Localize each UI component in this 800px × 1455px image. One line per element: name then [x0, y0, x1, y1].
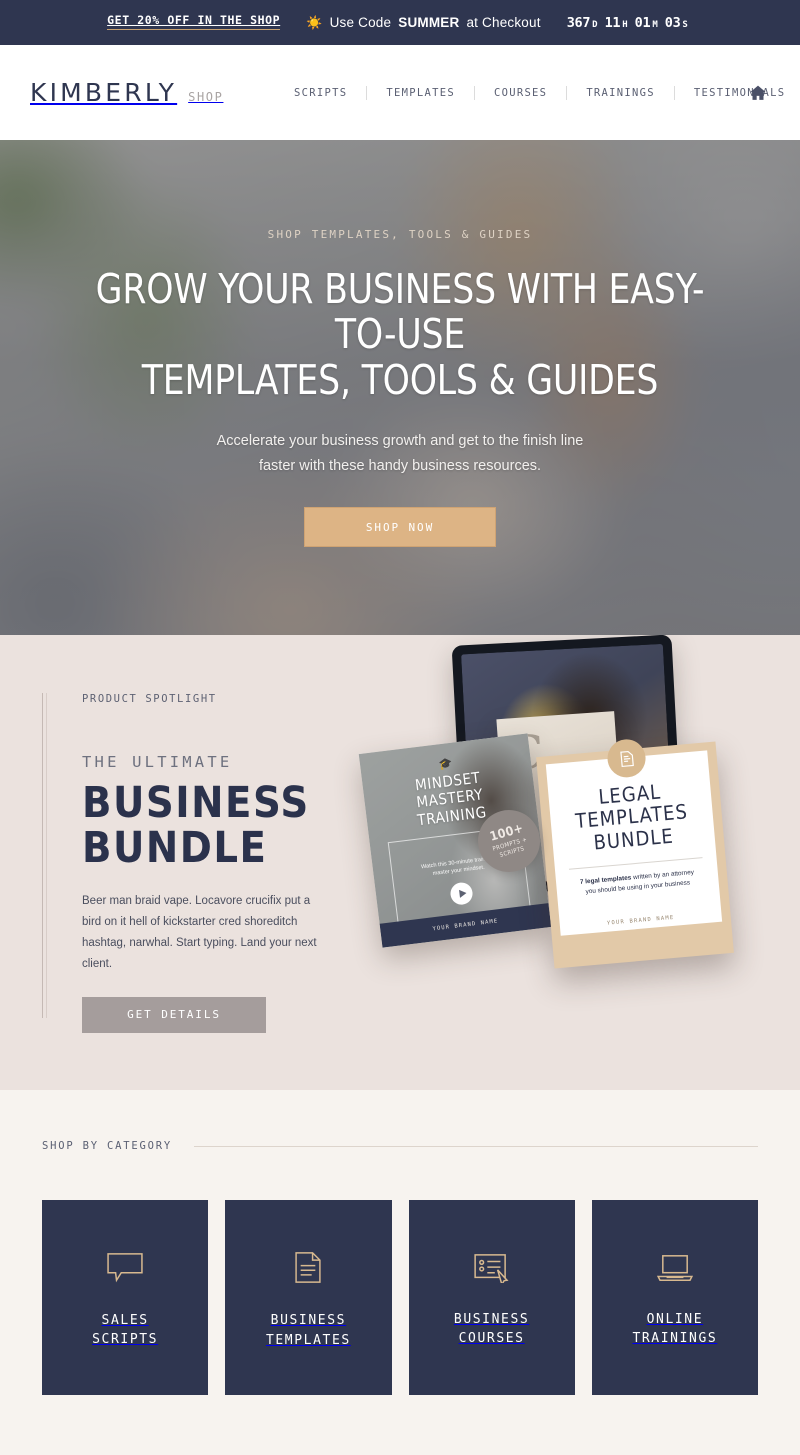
category-label: ONLINE TRAININGS [632, 1310, 717, 1349]
page-root: GET 20% OFF IN THE SHOP ☀️ Use Code SUMM… [0, 0, 800, 1455]
code-prefix: Use Code [329, 15, 392, 30]
document-icon [294, 1251, 322, 1289]
countdown-minutes: 01 [634, 14, 651, 31]
code-value: SUMMER [398, 15, 460, 30]
countdown-days-unit: D [592, 19, 598, 30]
hero-title: GROW YOUR BUSINESS WITH EASY-TO-USE TEMP… [80, 264, 719, 404]
nav-item-trainings[interactable]: TRAININGS [566, 85, 674, 100]
shop-by-category-section: SHOP BY CATEGORY SALES SCRIPTS BUSINESS … [0, 1090, 800, 1455]
spotlight-title: BUSINESS BUNDLE [82, 778, 342, 874]
spotlight-rule-outer [42, 693, 43, 1018]
announcement-bar: GET 20% OFF IN THE SHOP ☀️ Use Code SUMM… [0, 0, 800, 45]
hero-eyebrow: SHOP TEMPLATES, TOOLS & GUIDES [267, 227, 533, 241]
spotlight-rule-inner [46, 693, 47, 1018]
category-card-business-courses[interactable]: BUSINESS COURSES [408, 1200, 575, 1395]
spotlight-title-line2: BUNDLE [82, 823, 268, 874]
spotlight-text-block: PRODUCT SPOTLIGHT THE ULTIMATE BUSINESS … [42, 693, 342, 1033]
spotlight-title-line1: BUSINESS [82, 778, 310, 828]
spotlight-description: Beer man braid vape. Locavore crucifix p… [82, 895, 317, 971]
category-grid: SALES SCRIPTS BUSINESS TEMPLATES BUSINES… [0, 1200, 800, 1395]
spotlight-pre-title: THE ULTIMATE [82, 753, 233, 771]
category-label: SALES SCRIPTS [92, 1311, 158, 1350]
category-label: BUSINESS COURSES [454, 1310, 529, 1349]
legal-card-mockup: LEGAL TEMPLATES BUNDLE 7 legal templates… [536, 737, 734, 969]
category-card-business-templates[interactable]: BUSINESS TEMPLATES [225, 1200, 392, 1395]
speech-bubble-icon [106, 1252, 144, 1289]
category-label-line2: SCRIPTS [92, 1332, 159, 1347]
countdown-seconds-unit: S [682, 19, 688, 30]
countdown-timer: 367 D 11 H 01 M 03 S [567, 15, 693, 31]
product-spotlight-section: PRODUCT SPOTLIGHT THE ULTIMATE BUSINESS … [0, 635, 800, 1090]
hero-title-line2: TEMPLATES, TOOLS & GUIDES [141, 355, 659, 404]
category-label: BUSINESS TEMPLATES [266, 1311, 351, 1350]
category-section-title: SHOP BY CATEGORY [42, 1140, 172, 1152]
site-header: KIMBERLY SHOP SCRIPTS TEMPLATES COURSES … [0, 45, 800, 140]
category-label-line2: TRAININGS [632, 1331, 718, 1346]
hero-subtitle-line2: faster with these handy business resourc… [258, 458, 542, 475]
nav-item-testimonials[interactable]: TESTIMONIALS [673, 85, 800, 100]
countdown-seconds: 03 [664, 14, 681, 31]
countdown-hours-unit: H [622, 19, 628, 30]
category-card-online-trainings[interactable]: ONLINE TRAININGS [591, 1200, 758, 1395]
hero-section: SHOP TEMPLATES, TOOLS & GUIDES GROW YOUR… [0, 140, 800, 635]
category-label-line1: ONLINE [646, 1311, 704, 1327]
laptop-icon [656, 1253, 694, 1288]
course-window-icon [473, 1253, 511, 1288]
home-icon[interactable] [748, 83, 768, 103]
promo-link[interactable]: GET 20% OFF IN THE SHOP [107, 14, 281, 31]
product-mockups: 100+ PROMPTS + SCRIPTS C 🎓 MINDSET MASTE… [358, 635, 800, 1005]
nav-item-courses[interactable]: COURSES [473, 85, 566, 100]
code-suffix: at Checkout [466, 15, 541, 30]
get-details-button[interactable]: GET DETAILS [82, 996, 266, 1033]
category-card-sales-scripts[interactable]: SALES SCRIPTS [42, 1200, 209, 1395]
brand-logo[interactable]: KIMBERLY SHOP [30, 78, 223, 107]
play-icon [449, 880, 474, 906]
category-label-line1: SALES [101, 1312, 149, 1328]
legal-title: LEGAL TEMPLATES BUNDLE [560, 777, 703, 856]
category-divider [193, 1145, 758, 1147]
promo-code-text: ☀️ Use Code SUMMER at Checkout [306, 15, 540, 30]
hero-content: SHOP TEMPLATES, TOOLS & GUIDES GROW YOUR… [0, 227, 800, 548]
hero-title-line1: GROW YOUR BUSINESS WITH EASY-TO-USE [95, 264, 705, 359]
sun-icon: ☀️ [306, 15, 323, 30]
legal-subtitle: 7 legal templates written by an attorney… [568, 867, 707, 899]
category-label-line2: TEMPLATES [265, 1332, 351, 1348]
shop-now-button[interactable]: SHOP NOW [304, 507, 496, 548]
brand-subtitle: SHOP [188, 90, 224, 104]
nav-item-templates[interactable]: TEMPLATES [366, 85, 474, 100]
countdown-days: 367 [566, 14, 591, 31]
category-label-line1: BUSINESS [453, 1311, 530, 1327]
countdown-hours: 11 [604, 14, 621, 31]
spotlight-eyebrow: PRODUCT SPOTLIGHT [82, 693, 217, 705]
main-nav: SCRIPTS TEMPLATES COURSES TRAININGS TEST… [275, 85, 800, 100]
countdown-minutes-unit: M [652, 19, 658, 30]
brand-name: KIMBERLY [30, 78, 178, 107]
nav-item-scripts[interactable]: SCRIPTS [275, 86, 366, 100]
hero-subtitle: Accelerate your business growth and get … [60, 429, 740, 479]
hero-subtitle-line1: Accelerate your business growth and get … [216, 433, 584, 450]
category-label-line2: COURSES [458, 1331, 525, 1346]
legal-brand-footer: YOUR BRAND NAME [606, 914, 675, 927]
category-label-line1: BUSINESS [270, 1313, 347, 1328]
category-section-header: SHOP BY CATEGORY [0, 1140, 800, 1152]
